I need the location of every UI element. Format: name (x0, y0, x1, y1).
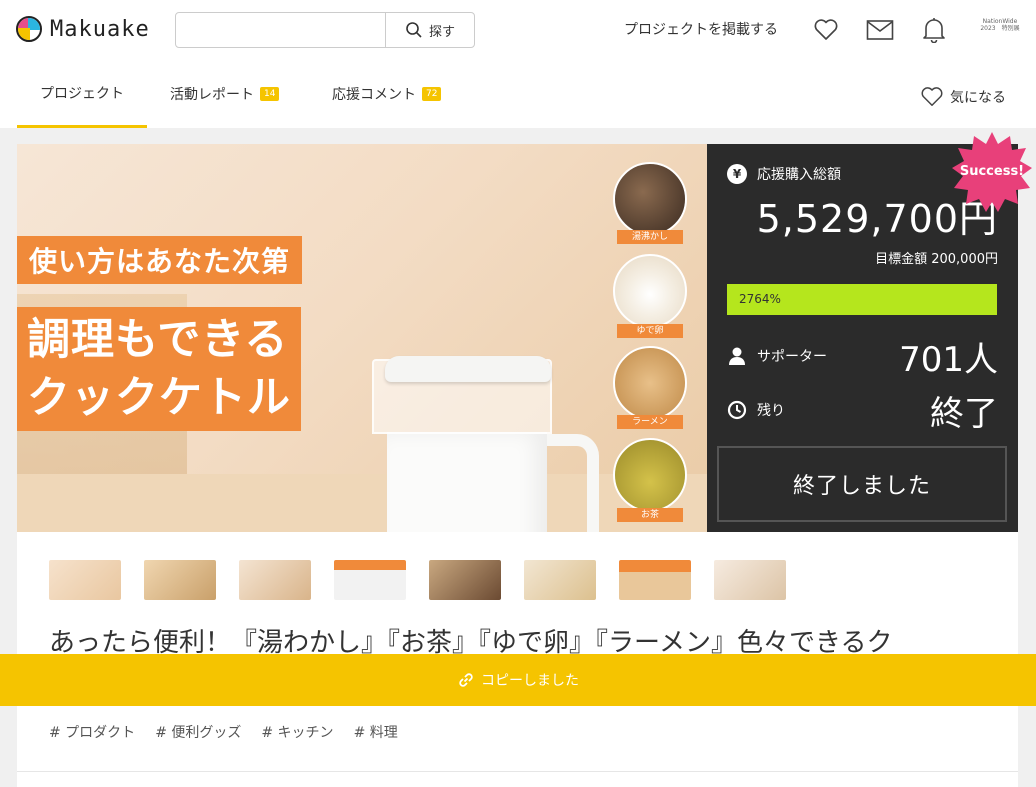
hero-title-line: 調理もできる (27, 315, 289, 365)
tag-list: # プロダクト # 便利グッズ # キッチン # 料理 (49, 722, 398, 742)
count-badge: 14 (260, 87, 280, 101)
kettle-lid (385, 356, 551, 382)
progress-bar: 2764% (727, 284, 997, 315)
search-bar: 探す (175, 12, 475, 48)
toast-message: コピーしました (481, 673, 579, 689)
supporters-row: サポーター (727, 346, 827, 366)
ended-button[interactable]: 終了しました (717, 446, 1007, 522)
goal-amount: 目標金額 200,000円 (875, 252, 998, 267)
divider (17, 771, 1018, 772)
use-case-image (613, 162, 687, 236)
site-header: Makuake 探す プロジェクトを掲載する NationWide 2023 特… (0, 0, 1036, 60)
user-avatar[interactable]: NationWide 2023 特別展 (980, 18, 1020, 40)
hero-title: 調理もできる クックケトル (17, 307, 301, 431)
person-icon (729, 347, 745, 365)
gallery-thumbnail[interactable] (714, 560, 786, 600)
heart-icon[interactable] (812, 16, 840, 44)
tab-label: 応援コメント (332, 87, 416, 103)
gallery-thumbnail[interactable] (524, 560, 596, 600)
hero-title-line: クックケトル (27, 373, 291, 423)
gallery-thumbnail[interactable] (239, 560, 311, 600)
use-case-label: お茶 (617, 508, 683, 522)
kettle-handle (547, 434, 599, 532)
search-button[interactable]: 探す (385, 13, 474, 47)
use-case-label: 湯沸かし (617, 230, 683, 244)
logo-text: Makuake (50, 16, 150, 42)
use-case-label: ゆで卵 (617, 324, 683, 338)
kettle-body (387, 432, 547, 532)
gallery-thumbnail[interactable] (334, 560, 406, 600)
tab-label: プロジェクト (40, 85, 124, 102)
search-button-label: 探す (428, 24, 455, 40)
post-project-link[interactable]: プロジェクトを掲載する (624, 19, 778, 39)
use-case-label: ラーメン (617, 415, 683, 429)
hero-image[interactable]: 使い方はあなた次第 調理もできる クックケトル 湯沸かし ゆで卵 ラーメン お茶 (17, 144, 707, 532)
hero-tagline: 使い方はあなた次第 (17, 236, 303, 284)
total-label-row: ¥ 応援購入総額 (727, 164, 841, 184)
yen-icon: ¥ (727, 164, 747, 184)
copy-toast: コピーしました (0, 654, 1036, 706)
tag-link[interactable]: # プロダクト (49, 722, 135, 742)
remaining-value: 終了 (930, 394, 998, 434)
supporters-label: サポーター (757, 349, 827, 365)
search-icon (406, 22, 422, 38)
progress-percent: 2764% (739, 292, 781, 306)
logo-mark-icon (16, 16, 42, 42)
success-badge-label: Success! (959, 164, 1025, 179)
tab-activity-report[interactable]: 活動レポート 14 (170, 60, 280, 128)
search-input[interactable] (176, 13, 385, 47)
heart-icon (921, 87, 943, 106)
tag-link[interactable]: # キッチン (261, 722, 333, 742)
mail-icon[interactable] (866, 16, 894, 44)
clock-icon (727, 400, 747, 420)
bell-icon[interactable] (920, 16, 948, 44)
use-case-image (613, 346, 687, 420)
use-case-image (613, 254, 687, 328)
use-case-image (613, 438, 687, 512)
remaining-label: 残り (757, 403, 785, 419)
makuake-logo[interactable]: Makuake (16, 16, 150, 42)
tab-label: 活動レポート (170, 87, 254, 103)
supporters-value: 701人 (899, 340, 998, 380)
favorite-label: 気になる (950, 90, 1006, 106)
count-badge: 72 (422, 87, 442, 101)
tab-support-comments[interactable]: 応援コメント 72 (332, 60, 442, 128)
link-icon (459, 673, 473, 687)
tab-project[interactable]: プロジェクト (17, 60, 147, 128)
gallery-thumbnail[interactable] (49, 560, 121, 600)
gallery-thumbnail[interactable] (619, 560, 691, 600)
background-table (17, 474, 707, 532)
gallery-thumbnail[interactable] (144, 560, 216, 600)
remaining-row: 残り (727, 400, 785, 420)
tag-link[interactable]: # 便利グッズ (155, 722, 241, 742)
total-label: 応援購入総額 (757, 167, 841, 183)
image-gallery (49, 560, 786, 600)
success-badge: Success! (950, 130, 1034, 214)
favorite-button[interactable]: 気になる (920, 86, 1006, 108)
tag-link[interactable]: # 料理 (354, 722, 398, 742)
project-tabs: プロジェクト 活動レポート 14 応援コメント 72 気になる (0, 60, 1036, 128)
gallery-thumbnail[interactable] (429, 560, 501, 600)
